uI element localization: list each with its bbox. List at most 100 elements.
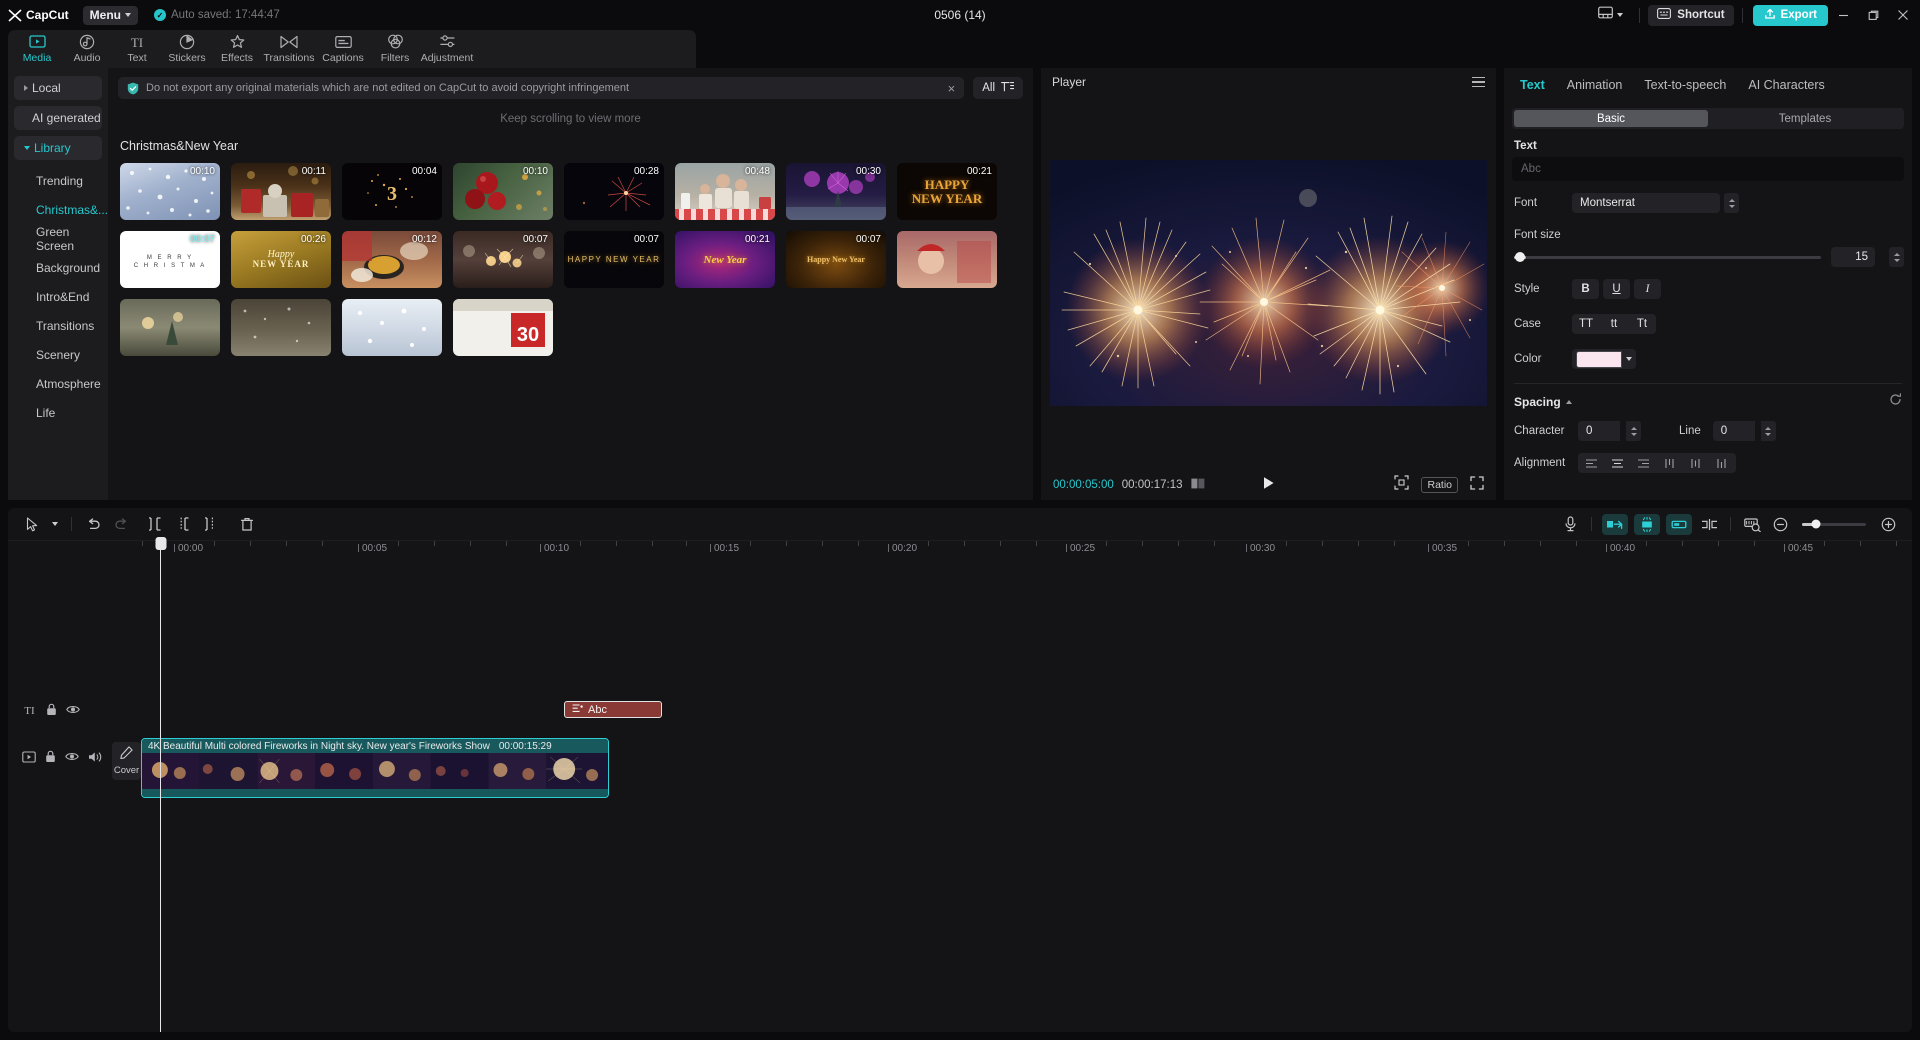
frames-icon[interactable] [1191,476,1205,494]
sidebar-item-ai-generated[interactable]: AI generated [14,106,102,130]
font-size-stepper[interactable] [1889,247,1904,267]
zoom-in-button[interactable] [1874,511,1902,537]
media-card[interactable]: HAPPY NEW YEAR 00:07 [564,231,664,288]
media-card[interactable]: 00:12 [342,231,442,288]
tab-captions[interactable]: Captions [316,30,370,68]
line-spacing-input[interactable]: 0 [1713,421,1755,441]
media-card[interactable]: M E R R Y C H R I S T M A 00:07 [120,231,220,288]
delete-button[interactable] [233,511,261,537]
zoom-out-button[interactable] [1766,511,1794,537]
sidebar-item-library[interactable]: Library [14,136,102,160]
sidebar-item-trending[interactable]: Trending [8,166,108,195]
cover-button[interactable]: Cover [112,742,141,780]
tool-dropdown[interactable] [46,511,64,537]
tab-ai-characters[interactable]: AI Characters [1748,78,1824,92]
ratio-button[interactable]: Ratio [1421,477,1458,493]
zoom-knob[interactable] [1812,520,1821,529]
redo-button[interactable] [107,511,135,537]
lock-icon[interactable] [46,703,57,716]
font-size-input[interactable]: 15 [1831,247,1875,267]
volume-icon[interactable] [88,751,102,763]
bold-button[interactable]: B [1572,279,1599,299]
minimize-button[interactable] [1828,0,1858,30]
tab-adjustment[interactable]: Adjustment [420,30,474,68]
tab-stickers[interactable]: Stickers [162,30,212,68]
tab-transitions[interactable]: Transitions [262,30,316,68]
media-card[interactable]: 00:07 [453,231,553,288]
snap-button[interactable] [1695,511,1723,537]
undo-button[interactable] [79,511,107,537]
close-icon[interactable]: × [948,82,956,95]
align-left-button[interactable] [1578,453,1604,473]
close-button[interactable] [1888,0,1918,30]
text-input[interactable]: Abc [1512,157,1904,181]
media-card[interactable]: HAPPY NEW YEAR 00:21 [897,163,997,220]
export-button[interactable]: Export [1753,5,1828,26]
character-stepper[interactable] [1626,421,1641,441]
media-card[interactable]: 00:10 [453,163,553,220]
keyframe-button[interactable] [1634,514,1660,535]
lock-icon[interactable] [45,750,56,763]
media-card[interactable]: Happy New Year 00:07 [786,231,886,288]
sidebar-item-scenery[interactable]: Scenery [8,340,108,369]
tab-text-properties[interactable]: Text [1520,78,1545,92]
sidebar-item-life[interactable]: Life [8,398,108,427]
split-button[interactable] [169,511,197,537]
media-card[interactable]: New Year 00:21 [675,231,775,288]
fit-timeline-button[interactable] [1738,511,1766,537]
underline-button[interactable]: U [1603,279,1630,299]
line-stepper[interactable] [1761,421,1776,441]
media-card[interactable]: 00:10 [120,163,220,220]
fullscreen-icon[interactable] [1470,476,1484,495]
font-size-slider[interactable] [1514,256,1821,259]
tab-text-to-speech[interactable]: Text-to-speech [1644,78,1726,92]
tab-media[interactable]: Media [12,30,62,68]
titlecase-button[interactable]: Tt [1628,314,1656,334]
slider-knob[interactable] [1515,252,1525,262]
layout-button[interactable] [1590,6,1631,24]
zoom-slider[interactable] [1802,523,1866,526]
sidebar-item-atmosphere[interactable]: Atmosphere [8,369,108,398]
font-stepper[interactable] [1724,193,1739,213]
sidebar-item-transitions[interactable]: Transitions [8,311,108,340]
align-top-button[interactable] [1657,453,1683,473]
filter-all-button[interactable]: All [973,77,1023,99]
hamburger-icon[interactable] [1472,77,1485,87]
align-right-button[interactable] [1631,453,1657,473]
sidebar-item-christmas[interactable]: Christmas&... [8,195,108,224]
timeline-ruler[interactable]: 00:00 00:05 00:10 00:15 00:20 00:25 00:3… [8,540,1912,560]
eye-icon[interactable] [65,751,79,762]
split-left-button[interactable] [141,511,169,537]
tab-audio[interactable]: Audio [62,30,112,68]
media-card[interactable]: Happy NEW YEAR 00:26 [231,231,331,288]
sidebar-item-green-screen[interactable]: Green Screen [8,224,108,253]
menu-button[interactable]: Menu [83,6,138,25]
maximize-button[interactable] [1858,0,1888,30]
font-select[interactable]: Montserrat [1572,193,1720,213]
media-card[interactable]: 00:48 [675,163,775,220]
video-clip[interactable]: 4K Beautiful Multi colored Fireworks in … [141,738,609,798]
tab-filters[interactable]: Filters [370,30,420,68]
segment-templates[interactable]: Templates [1708,110,1902,127]
media-card[interactable] [897,231,997,288]
shortcut-button[interactable]: Shortcut [1648,5,1733,26]
chevron-up-icon[interactable] [1566,400,1572,404]
freeze-button[interactable] [1602,514,1628,535]
align-center-button[interactable] [1604,453,1630,473]
media-card[interactable]: 00:11 [231,163,331,220]
media-card[interactable]: 30 [453,299,553,356]
crop-icon[interactable] [1394,475,1409,495]
mirror-button[interactable] [1666,514,1692,535]
reset-icon[interactable] [1889,393,1902,411]
media-card[interactable]: 00:30 [786,163,886,220]
align-middle-button[interactable] [1683,453,1709,473]
uppercase-button[interactable]: TT [1572,314,1600,334]
media-card[interactable] [342,299,442,356]
sidebar-item-background[interactable]: Background [8,253,108,282]
eye-icon[interactable] [66,704,80,715]
media-card[interactable] [120,299,220,356]
tab-effects[interactable]: Effects [212,30,262,68]
lowercase-button[interactable]: tt [1600,314,1628,334]
tab-animation[interactable]: Animation [1567,78,1623,92]
character-spacing-input[interactable]: 0 [1578,421,1620,441]
